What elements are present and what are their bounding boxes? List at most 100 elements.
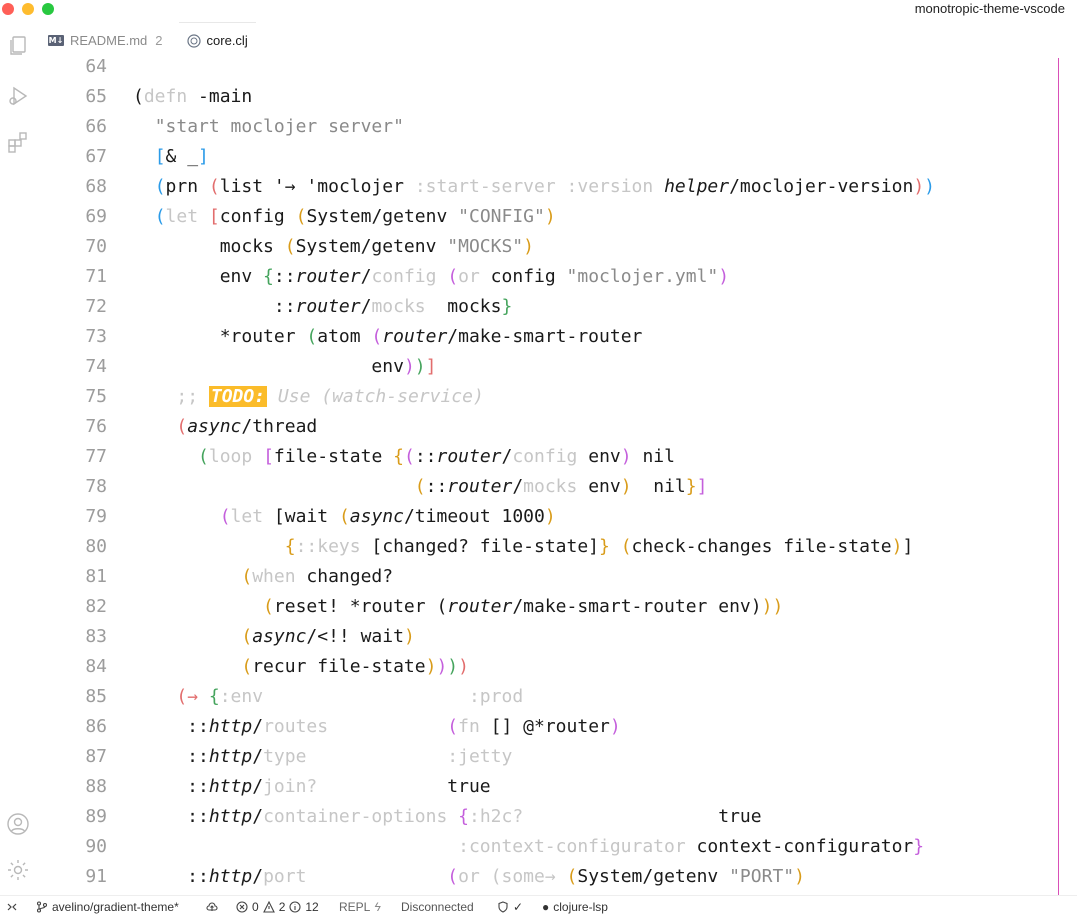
- line-number: 82: [85, 596, 107, 617]
- code-token: router: [447, 596, 513, 617]
- code-line[interactable]: 87 ::http/type :jetty: [40, 742, 512, 772]
- code-token: /: [501, 446, 513, 467]
- code-line[interactable]: 68 (prn (list '→ 'moclojer :start-server…: [40, 172, 935, 202]
- code-line[interactable]: 73 *router (atom (router/make-smart-rout…: [40, 322, 642, 352]
- connection-status[interactable]: Disconnected: [401, 896, 474, 917]
- problem-count-badge: 2: [155, 32, 163, 48]
- code-token: /: [360, 296, 372, 317]
- code-token: (: [198, 446, 209, 467]
- line-number: 64: [85, 58, 107, 77]
- branch-indicator[interactable]: avelino/gradient-theme*: [36, 896, 179, 917]
- code-token: ::: [133, 296, 296, 317]
- code-editor[interactable]: 64 65 (defn -main 66 "start moclojer server…: [40, 58, 1077, 895]
- code-token: & _: [165, 146, 199, 167]
- code-token: nil: [631, 476, 686, 497]
- code-line[interactable]: 71 env {::router/config (or config "mocl…: [40, 262, 729, 292]
- code-token: Use (watch-service): [267, 386, 484, 407]
- code-line[interactable]: 88 ::http/join? true: [40, 772, 490, 802]
- line-number: 80: [85, 536, 107, 557]
- extensions-icon[interactable]: [6, 130, 30, 154]
- code-line[interactable]: 83 (async/<!! wait): [40, 622, 414, 652]
- code-token: reset! *router: [273, 596, 437, 617]
- code-token: or: [458, 866, 491, 887]
- info-count: 12: [305, 900, 319, 914]
- code-token: ::: [273, 266, 296, 287]
- code-token: (: [219, 506, 231, 527]
- code-token: "MOCKS": [447, 236, 524, 257]
- run-debug-icon[interactable]: [6, 84, 30, 108]
- code-line[interactable]: 65 (defn -main: [40, 82, 252, 112]
- code-line[interactable]: 84 (recur file-state)))): [40, 652, 469, 682]
- lsp-status[interactable]: ● clojure-lsp: [542, 896, 608, 917]
- code-line[interactable]: 78 (::router/mocks env) nil}]: [40, 472, 707, 502]
- code-line[interactable]: 77 (loop [file-state {(::router/config e…: [40, 442, 675, 472]
- code-token: ): [772, 596, 784, 617]
- code-line[interactable]: 67 [& _]: [40, 142, 209, 172]
- code-token: -main: [187, 86, 253, 107]
- code-token: [: [273, 506, 285, 527]
- line-number: 79: [85, 506, 107, 527]
- code-line[interactable]: 74 env))]: [40, 352, 436, 382]
- code-line[interactable]: 80 {::keys [changed? file-state]} (check…: [40, 532, 913, 562]
- code-line[interactable]: 66 "start moclojer server": [40, 112, 404, 142]
- code-line[interactable]: 85 (→ {:env :prod: [40, 682, 523, 712]
- code-line[interactable]: 81 (when changed?: [40, 562, 393, 592]
- code-token: }: [599, 536, 610, 557]
- code-line[interactable]: 64: [40, 58, 133, 82]
- explorer-icon[interactable]: [6, 34, 30, 58]
- code-token: router: [382, 326, 448, 347]
- code-line[interactable]: 82 (reset! *router (router/make-smart-ro…: [40, 592, 783, 622]
- code-token: http: [208, 806, 253, 827]
- code-token: System/getenv: [306, 206, 459, 227]
- code-token: [changed? file-state]: [371, 536, 599, 557]
- cloud-upload-icon: [206, 902, 218, 911]
- code-token: (: [447, 266, 459, 287]
- code-token: ::: [133, 776, 209, 797]
- code-line[interactable]: 89 ::http/container-options {:h2c? true: [40, 802, 761, 832]
- code-token: "start moclojer server": [154, 116, 404, 137]
- code-line[interactable]: 90 :context-configurator context-configu…: [40, 832, 924, 862]
- code-token: {: [458, 806, 469, 827]
- tab-core-clj[interactable]: core.clj: [178, 22, 256, 58]
- remote-indicator[interactable]: [6, 896, 18, 917]
- code-line[interactable]: 75 ;; TODO: Use (watch-service): [40, 382, 484, 412]
- code-token: "moclojer.yml": [566, 266, 719, 287]
- minimize-window-button[interactable]: [22, 3, 34, 15]
- code-token: System/getenv: [295, 236, 448, 257]
- code-token: mocks: [371, 296, 426, 317]
- code-line[interactable]: 72 ::router/mocks mocks}: [40, 292, 512, 322]
- code-token: (: [295, 206, 307, 227]
- repl-button[interactable]: REPL ϟ: [339, 896, 381, 917]
- code-line[interactable]: 79 (let [wait (async/timeout 1000): [40, 502, 555, 532]
- accounts-icon[interactable]: [6, 812, 30, 836]
- problems-indicator[interactable]: 0 2 12: [236, 896, 319, 917]
- code-token: }: [685, 476, 697, 497]
- code-token: ]: [198, 146, 209, 167]
- code-line[interactable]: 91 ::http/port (or (some→ (System/getenv…: [40, 862, 805, 892]
- branch-name: avelino/gradient-theme*: [52, 900, 179, 914]
- shield-check-indicator[interactable]: ✓: [497, 896, 523, 917]
- code-token: http: [208, 776, 253, 797]
- code-line[interactable]: 86 ::http/routes (fn [] @*router): [40, 712, 620, 742]
- code-token: context-configurator: [685, 836, 914, 857]
- editor-ruler: [1058, 58, 1059, 895]
- tab-readme[interactable]: M↓ README.md 2: [40, 22, 171, 58]
- line-number: 91: [85, 866, 107, 887]
- warning-count: 2: [278, 900, 286, 914]
- code-line[interactable]: 70 mocks (System/getenv "MOCKS"): [40, 232, 534, 262]
- code-token: routes: [263, 716, 448, 737]
- code-line[interactable]: 76 (async/thread: [40, 412, 317, 442]
- code-token: router: [295, 296, 361, 317]
- code-token: let: [230, 506, 274, 527]
- sync-button[interactable]: [206, 896, 218, 917]
- code-line[interactable]: 69 (let [config (System/getenv "CONFIG"): [40, 202, 555, 232]
- zoom-window-button[interactable]: [42, 3, 54, 15]
- code-token: type :jetty: [263, 746, 513, 767]
- line-number: 73: [85, 326, 107, 347]
- settings-gear-icon[interactable]: [6, 858, 30, 882]
- tab-label: README.md: [70, 32, 148, 48]
- close-window-button[interactable]: [2, 3, 14, 15]
